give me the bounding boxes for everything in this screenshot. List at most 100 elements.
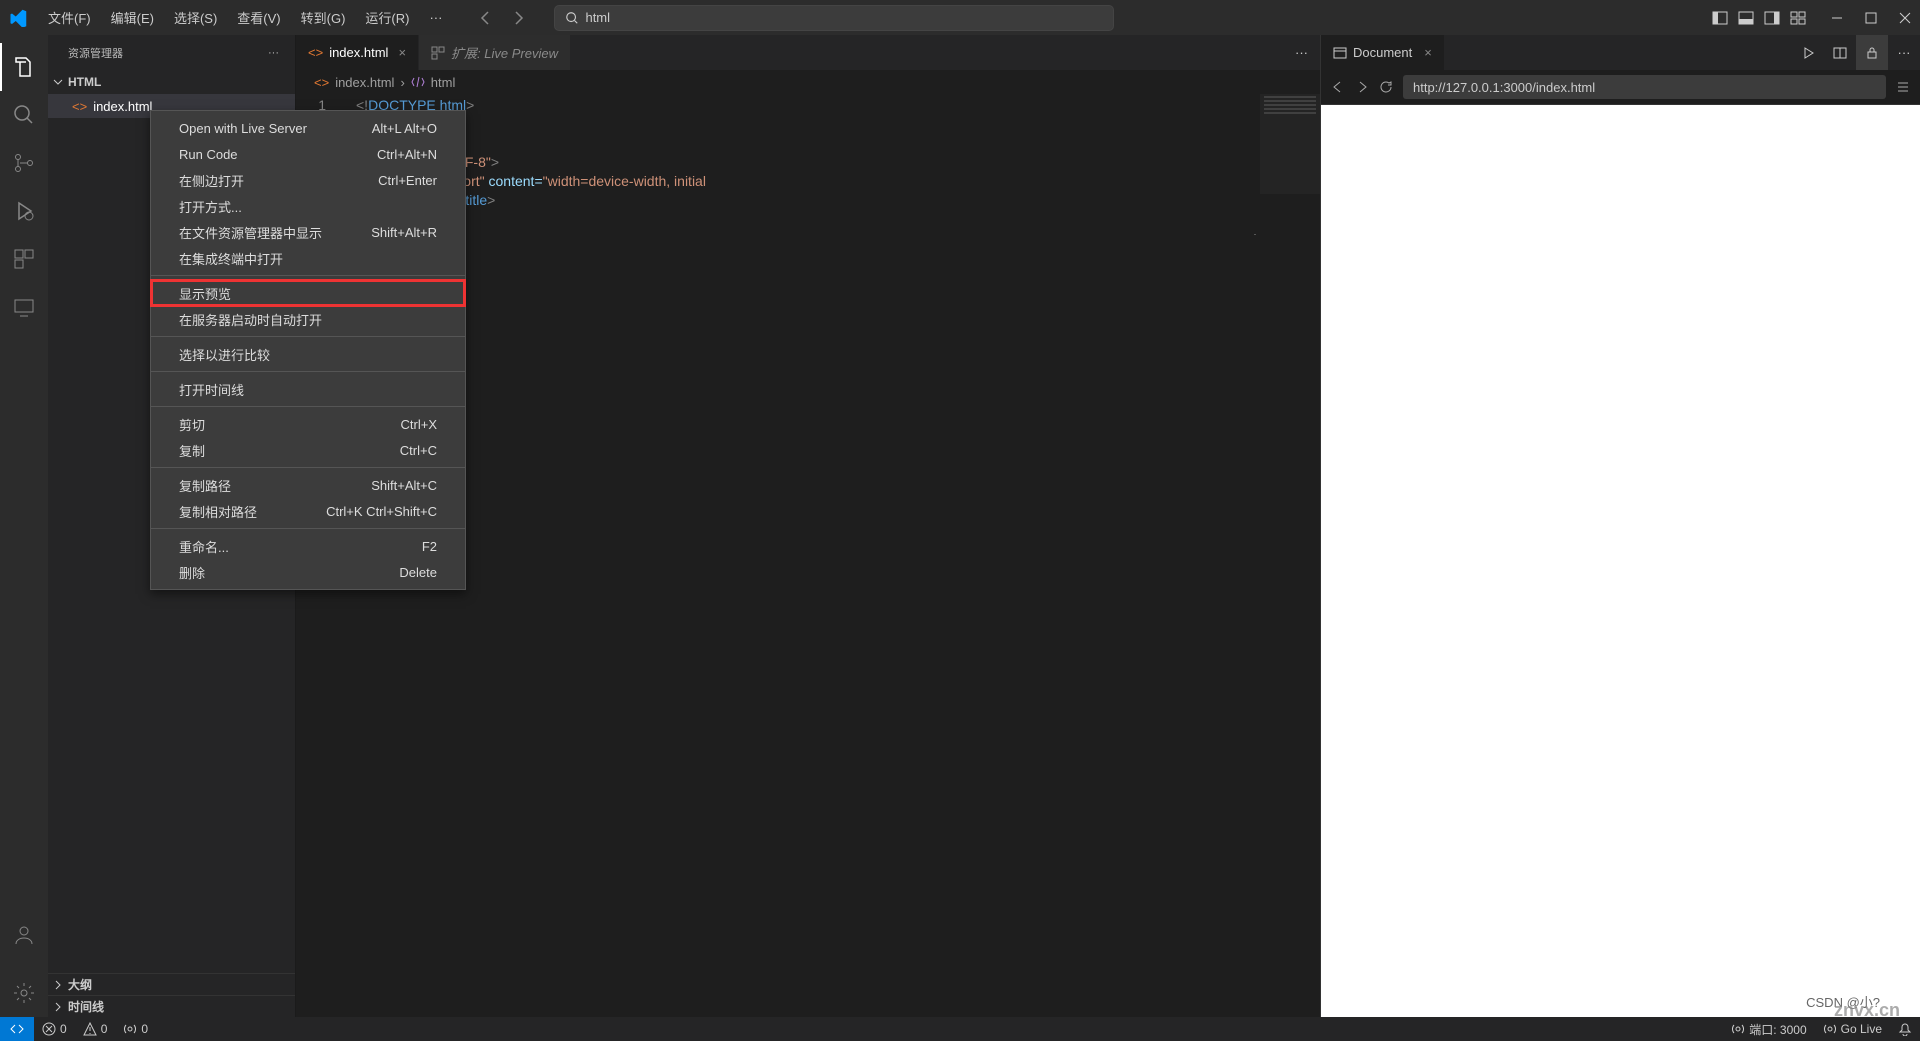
tab-close-icon[interactable]: × [398, 45, 406, 60]
menu-edit[interactable]: 编辑(E) [103, 4, 162, 31]
command-center-search[interactable]: html [554, 5, 1114, 31]
context-menu-item[interactable]: 剪切 Ctrl+X [151, 411, 465, 437]
context-menu-item[interactable]: 复制Ctrl+C [151, 437, 465, 463]
context-menu-item[interactable]: Open with Live ServerAlt+L Alt+O [151, 115, 465, 141]
timeline-label: 时间线 [68, 998, 104, 1015]
editor-tabs: <> index.html × 扩展: Live Preview ··· [296, 35, 1320, 70]
tab-index-html[interactable]: <> index.html × [296, 35, 419, 70]
close-icon[interactable] [1898, 11, 1912, 25]
context-menu-item[interactable]: 选择以进行比较 [151, 341, 465, 367]
activity-debug-icon[interactable] [0, 187, 48, 235]
context-menu-item[interactable]: 显示预览 [151, 280, 465, 306]
preview-back-icon[interactable] [1331, 80, 1345, 94]
context-menu-shortcut: Shift+Alt+R [371, 225, 437, 240]
context-menu-label: 复制路径 [179, 476, 231, 495]
context-menu-shortcut: Shift+Alt+C [371, 478, 437, 493]
preview-tab-label: Document [1353, 45, 1412, 60]
preview-address-input[interactable]: http://127.0.0.1:3000/index.html [1403, 75, 1886, 99]
context-menu-label: 在文件资源管理器中显示 [179, 223, 322, 242]
warning-icon [83, 1022, 97, 1036]
preview-menu-icon[interactable] [1896, 80, 1910, 94]
context-menu-label: Open with Live Server [179, 121, 307, 136]
context-menu-shortcut: Ctrl+K Ctrl+Shift+C [326, 504, 437, 519]
context-menu-item[interactable]: 重命名...F2 [151, 533, 465, 559]
context-menu-separator [151, 275, 465, 276]
preview-split-icon[interactable] [1824, 35, 1856, 70]
chevron-right-icon [52, 1001, 64, 1013]
tab-live-preview-ext[interactable]: 扩展: Live Preview [419, 35, 571, 70]
maximize-icon[interactable] [1864, 11, 1878, 25]
menu-more[interactable]: ··· [421, 6, 450, 29]
panel-left-icon[interactable] [1712, 10, 1728, 26]
activity-account-icon[interactable] [0, 911, 48, 959]
remote-indicator-icon[interactable] [0, 1017, 34, 1041]
context-menu-item[interactable]: 在侧边打开Ctrl+Enter [151, 167, 465, 193]
status-notifications[interactable]: 0 [115, 1022, 156, 1036]
context-menu-item[interactable]: 删除Delete [151, 559, 465, 585]
status-bar: 0 0 0 端口: 3000 Go Live [0, 1017, 1920, 1041]
outline-section[interactable]: 大纲 [48, 973, 295, 995]
context-menu-item[interactable]: 在服务器启动时自动打开 [151, 306, 465, 332]
preview-url-bar: http://127.0.0.1:3000/index.html [1321, 70, 1920, 105]
layout-grid-icon[interactable] [1790, 10, 1806, 26]
context-menu-item[interactable]: 打开方式... [151, 193, 465, 219]
timeline-section[interactable]: 时间线 [48, 995, 295, 1017]
menu-view[interactable]: 查看(V) [229, 4, 288, 31]
nav-back-icon[interactable] [474, 6, 498, 30]
panel-bottom-icon[interactable] [1738, 10, 1754, 26]
preview-forward-icon[interactable] [1355, 80, 1369, 94]
status-port[interactable]: 端口: 3000 [1723, 1021, 1814, 1038]
chevron-right-icon [52, 979, 64, 991]
preview-lock-icon[interactable] [1856, 35, 1888, 70]
preview-tab-document[interactable]: Document × [1321, 35, 1444, 70]
context-menu-item[interactable]: 在集成终端中打开 [151, 245, 465, 271]
menu-run[interactable]: 运行(R) [357, 4, 417, 31]
menu-goto[interactable]: 转到(G) [293, 4, 354, 31]
context-menu-item[interactable]: 复制路径 Shift+Alt+C [151, 472, 465, 498]
context-menu-label: 剪切 [179, 415, 205, 434]
preview-reload-icon[interactable] [1379, 80, 1393, 94]
context-menu-item[interactable]: Run CodeCtrl+Alt+N [151, 141, 465, 167]
status-bell-icon[interactable] [1890, 1022, 1920, 1036]
menu-file[interactable]: 文件(F) [40, 4, 99, 31]
activity-explorer-icon[interactable] [0, 43, 48, 91]
activity-scm-icon[interactable] [0, 139, 48, 187]
context-menu-shortcut: Ctrl+Enter [378, 173, 437, 188]
context-menu-item[interactable]: 打开时间线 [151, 376, 465, 402]
activity-remote-icon[interactable] [0, 283, 48, 331]
minimize-icon[interactable] [1830, 11, 1844, 25]
html-file-icon: <> [308, 45, 323, 60]
context-menu-label: 复制相对路径 [179, 502, 257, 521]
context-menu-shortcut: Ctrl+X [401, 417, 437, 432]
outline-label: 大纲 [68, 976, 92, 993]
context-menu-item[interactable]: 复制相对路径 Ctrl+K Ctrl+Shift+C [151, 498, 465, 524]
activity-settings-icon[interactable] [0, 969, 48, 1017]
preview-more-icon[interactable]: ··· [1888, 35, 1920, 70]
context-menu-label: 打开时间线 [179, 380, 244, 399]
activity-extensions-icon[interactable] [0, 235, 48, 283]
context-menu-label: 在服务器启动时自动打开 [179, 310, 322, 329]
context-menu-shortcut: Delete [399, 565, 437, 580]
preview-tab-close-icon[interactable]: × [1424, 45, 1432, 60]
menu-select[interactable]: 选择(S) [166, 4, 225, 31]
preview-play-icon[interactable] [1792, 35, 1824, 70]
context-menu-label: 打开方式... [179, 197, 242, 216]
status-errors[interactable]: 0 [34, 1022, 75, 1036]
folder-row[interactable]: HTML [48, 70, 295, 94]
context-menu-separator [151, 528, 465, 529]
minimap[interactable] [1260, 94, 1320, 194]
panel-right-icon[interactable] [1764, 10, 1780, 26]
context-menu-item[interactable]: 在文件资源管理器中显示 Shift+Alt+R [151, 219, 465, 245]
tabs-more-icon[interactable]: ··· [1283, 35, 1320, 70]
status-go-live[interactable]: Go Live [1815, 1022, 1890, 1036]
file-name: index.html [93, 99, 152, 114]
code-content[interactable]: <!DOCTYPE html> "> set="UTF-8"> ="viewpo… [356, 96, 1320, 210]
activity-search-icon[interactable] [0, 91, 48, 139]
tab-label: 扩展: Live Preview [451, 43, 558, 62]
layout-controls [1712, 10, 1806, 26]
explorer-more-icon[interactable]: ··· [268, 47, 279, 59]
nav-forward-icon[interactable] [506, 6, 530, 30]
status-warnings[interactable]: 0 [75, 1022, 116, 1036]
preview-page-content[interactable] [1321, 105, 1920, 1017]
breadcrumb[interactable]: <> index.html › html [296, 70, 1320, 94]
